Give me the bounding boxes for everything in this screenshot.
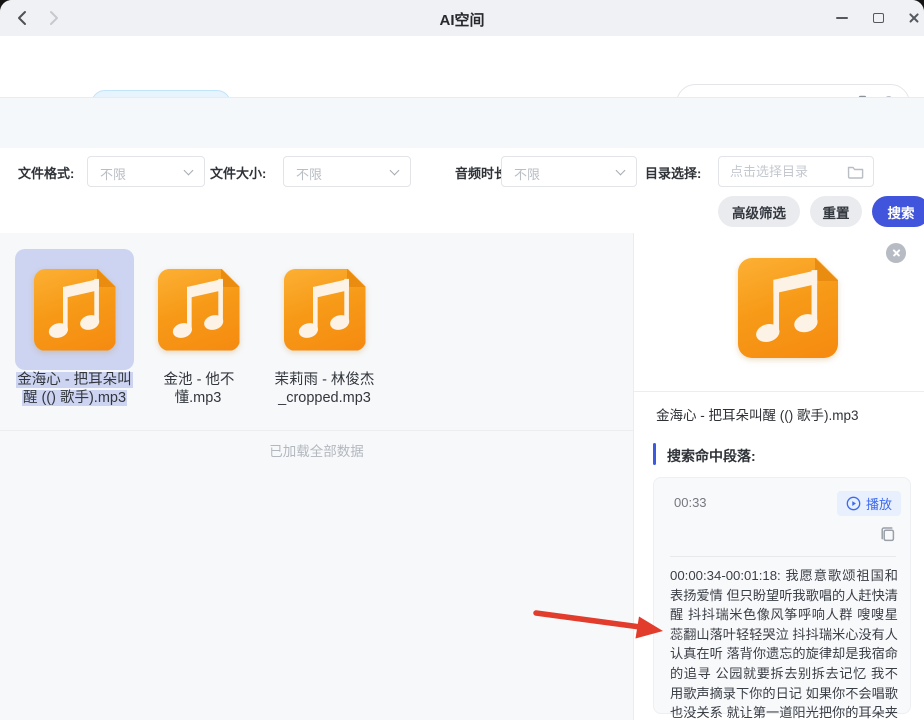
title-bar: AI空间 <box>0 0 924 36</box>
file-name-line: 金池 - 他不懂.mp3 <box>163 372 235 406</box>
file-item[interactable]: 金池 - 他不懂.mp3 <box>139 249 258 407</box>
tab-band: 字幕搜索 <box>0 98 924 239</box>
file-size-value: 不限 <box>296 167 323 182</box>
file-name: 茉莉雨 - 林俊杰 _cropped.mp3 <box>265 371 384 407</box>
filter-area: 文件格式: 不限 文件大小: 不限 音频时长: 不限 目录选择: 高级筛选 重置… <box>0 148 924 233</box>
page-title: AI空间 <box>439 12 485 29</box>
chevron-down-icon <box>183 165 194 176</box>
section-accent-bar <box>653 443 656 465</box>
file-size-label: 文件大小: <box>210 166 267 181</box>
audio-duration-value: 不限 <box>514 167 541 182</box>
detail-music-file-icon <box>738 258 838 358</box>
chevron-down-icon <box>615 165 626 176</box>
file-name: 金海心 - 把耳朵叫 醒 (() 歌手).mp3 <box>15 371 134 407</box>
all-data-loaded-message: 已加载全部数据 <box>269 444 364 459</box>
file-icon-wrap <box>265 249 384 370</box>
folder-icon[interactable] <box>847 164 864 184</box>
play-icon <box>846 496 861 511</box>
divider <box>670 556 896 557</box>
directory-picker[interactable] <box>718 156 874 187</box>
file-format-select[interactable]: 不限 <box>87 156 205 187</box>
file-icon-wrap <box>15 249 134 370</box>
close-icon[interactable] <box>904 8 924 28</box>
directory-label: 目录选择: <box>645 166 702 181</box>
file-format-value: 不限 <box>100 167 127 182</box>
minimize-icon[interactable] <box>832 8 852 28</box>
panel-close-icon[interactable] <box>886 243 906 263</box>
maximize-icon[interactable] <box>868 8 888 28</box>
divider <box>0 430 633 431</box>
advanced-filter-button[interactable]: 高级筛选 <box>718 196 800 227</box>
music-note-icon <box>172 278 223 338</box>
section-title: 搜索命中段落: <box>667 448 756 464</box>
divider <box>634 391 924 392</box>
hit-timestamp: 00:33 <box>674 495 707 510</box>
search-button[interactable]: 搜索 <box>872 196 924 227</box>
file-name: 金池 - 他不懂.mp3 <box>139 371 258 407</box>
music-note-icon <box>756 270 818 343</box>
play-button[interactable]: 播放 <box>836 491 901 516</box>
detail-file-name: 金海心 - 把耳朵叫醒 (() 歌手).mp3 <box>656 408 859 423</box>
music-file-icon <box>157 268 240 351</box>
music-file-icon <box>33 268 116 351</box>
music-note-icon <box>48 278 99 338</box>
music-file-icon <box>283 268 366 351</box>
chevron-down-icon <box>389 165 400 176</box>
file-grid: 金海心 - 把耳朵叫 醒 (() 歌手).mp3 金池 - 他不懂.mp3 茉莉… <box>0 233 633 720</box>
file-format-label: 文件格式: <box>18 166 75 181</box>
file-name-line: 茉莉雨 - 林俊杰 <box>274 372 375 388</box>
detail-panel: 金海心 - 把耳朵叫醒 (() 歌手).mp3 搜索命中段落: 00:33 播放… <box>633 233 924 720</box>
file-size-select[interactable]: 不限 <box>283 156 411 187</box>
file-icon-wrap <box>139 249 258 370</box>
copy-icon[interactable] <box>879 525 897 548</box>
file-name-line: 醒 (() 歌手).mp3 <box>21 390 128 406</box>
search-row: 搜索词: 带流泪内容的情歌 <box>0 36 924 123</box>
audio-duration-select[interactable]: 不限 <box>501 156 637 187</box>
reset-button[interactable]: 重置 <box>810 196 862 227</box>
file-name-line: 金海心 - 把耳朵叫 <box>16 372 133 388</box>
music-note-icon <box>298 278 349 338</box>
play-label: 播放 <box>865 497 892 512</box>
file-item[interactable]: 茉莉雨 - 林俊杰 _cropped.mp3 <box>265 249 384 407</box>
file-item-selected[interactable]: 金海心 - 把耳朵叫 醒 (() 歌手).mp3 <box>15 249 134 407</box>
app-window: AI空间 搜索词: 带流泪内容的情歌 字幕搜索 文件格式: 不限 文件大小: <box>0 0 924 720</box>
hit-card: 00:33 播放 00:00:34-00:01:18: 我愿意歌颂祖国和表扬爱情… <box>653 477 911 720</box>
file-name-line: _cropped.mp3 <box>278 390 371 406</box>
hit-transcript: 00:00:34-00:01:18: 我愿意歌颂祖国和表扬爱情 但只盼望听我歌唱… <box>670 568 898 720</box>
directory-input[interactable] <box>730 157 840 186</box>
